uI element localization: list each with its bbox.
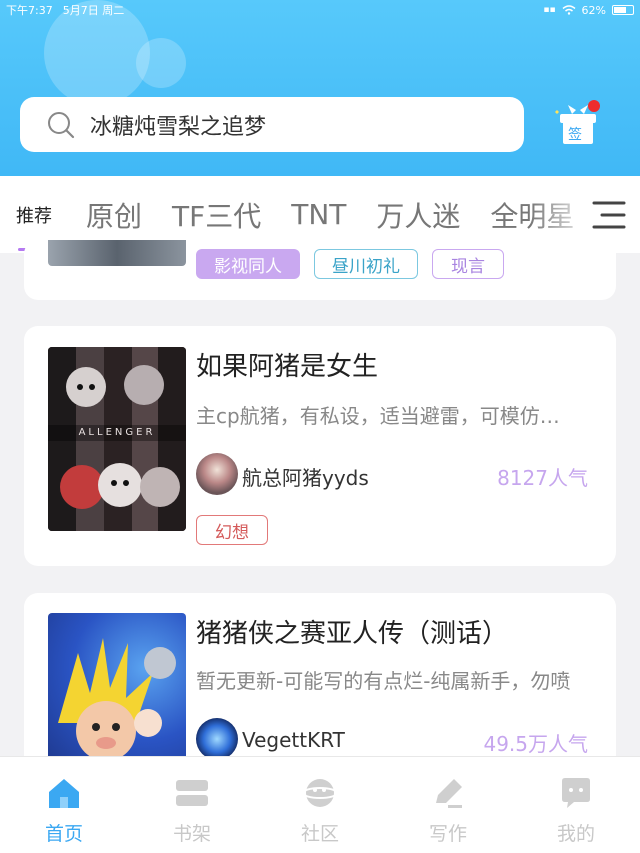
story-cover (48, 240, 186, 266)
tab-recommend[interactable]: 推荐 (16, 202, 52, 228)
nav-home[interactable]: 首页 (0, 757, 128, 853)
tag-couple[interactable]: 昼川初礼 (314, 249, 418, 279)
wifi-icon (562, 5, 576, 15)
status-time: 下午7:37 (6, 4, 53, 17)
nav-label-home: 首页 (44, 823, 83, 845)
author-name[interactable]: VegettKRT (242, 728, 345, 752)
battery-icon (612, 5, 634, 15)
story-description: 主cp航猪，有私设，适当避雷，可模仿… (196, 404, 560, 428)
pen-icon (436, 779, 462, 808)
tag-genre[interactable]: 现言 (432, 249, 504, 279)
menu-icon[interactable] (592, 198, 626, 232)
search-bar[interactable]: 冰糖炖雪梨之追梦 (20, 97, 524, 152)
story-description: 暂无更新-可能写的有点烂-纯属新手，勿喷 (196, 669, 571, 693)
search-icon (48, 111, 75, 138)
story-card-partial[interactable]: 影视同人 昼川初礼 现言 (24, 240, 616, 300)
tab-original[interactable]: 原创 (86, 195, 142, 235)
chat-bubble-icon (562, 778, 590, 808)
sign-in-label: 签 (568, 127, 582, 143)
bookshelf-icon (176, 780, 208, 806)
story-card[interactable]: ALLENGER 如果阿猪是女生 主cp航猪，有私设，适当避雷，可模仿… 航总阿… (24, 326, 616, 566)
header-banner: 下午7:37 5月7日 周二 ▪▪ 62% 冰糖炖雪梨之追梦 签 (0, 0, 640, 176)
cover-art (48, 347, 186, 531)
status-bar: 下午7:37 5月7日 周二 ▪▪ 62% (0, 0, 640, 20)
tag-fantasy[interactable]: 幻想 (196, 515, 268, 545)
nav-write[interactable]: 写作 (384, 757, 512, 853)
author-avatar[interactable] (196, 718, 238, 760)
nav-label-bookshelf: 书架 (172, 823, 211, 845)
sign-in-gift-button[interactable]: 签 (554, 100, 600, 148)
nav-community[interactable]: 社区 (256, 757, 384, 853)
cover-text: ALLENGER (78, 427, 156, 438)
author-name[interactable]: 航总阿猪yyds (242, 462, 369, 491)
nav-label-write: 写作 (428, 823, 467, 845)
search-text: 冰糖炖雪梨之追梦 (90, 114, 267, 140)
author-avatar[interactable] (196, 453, 238, 495)
decorative-bubble-small (136, 38, 186, 88)
popularity-count: 49.5万人气 (483, 732, 588, 756)
story-cover: ALLENGER (48, 347, 186, 531)
tab-wanrenmi[interactable]: 万人迷 (376, 195, 460, 235)
bottom-navigation: 首页 书架 社区 写作 我的 (0, 756, 640, 853)
home-icon (49, 779, 79, 808)
signal-icon: ▪▪ (543, 5, 556, 15)
story-title[interactable]: 猪猪侠之赛亚人传（测话） (196, 613, 508, 650)
story-title[interactable]: 如果阿猪是女生 (196, 346, 378, 383)
planet-icon (302, 779, 338, 807)
tab-tnt[interactable]: TNT (291, 198, 346, 231)
tab-tf-third-gen[interactable]: TF三代 (172, 195, 261, 235)
tag-fandom[interactable]: 影视同人 (196, 249, 300, 279)
nav-label-profile: 我的 (556, 823, 595, 845)
battery-percent: 62% (581, 3, 606, 17)
nav-profile[interactable]: 我的 (512, 757, 640, 853)
nav-label-community: 社区 (300, 823, 339, 845)
nav-bookshelf[interactable]: 书架 (128, 757, 256, 853)
status-date: 5月7日 周二 (62, 4, 125, 17)
popularity-count: 8127人气 (497, 466, 588, 490)
